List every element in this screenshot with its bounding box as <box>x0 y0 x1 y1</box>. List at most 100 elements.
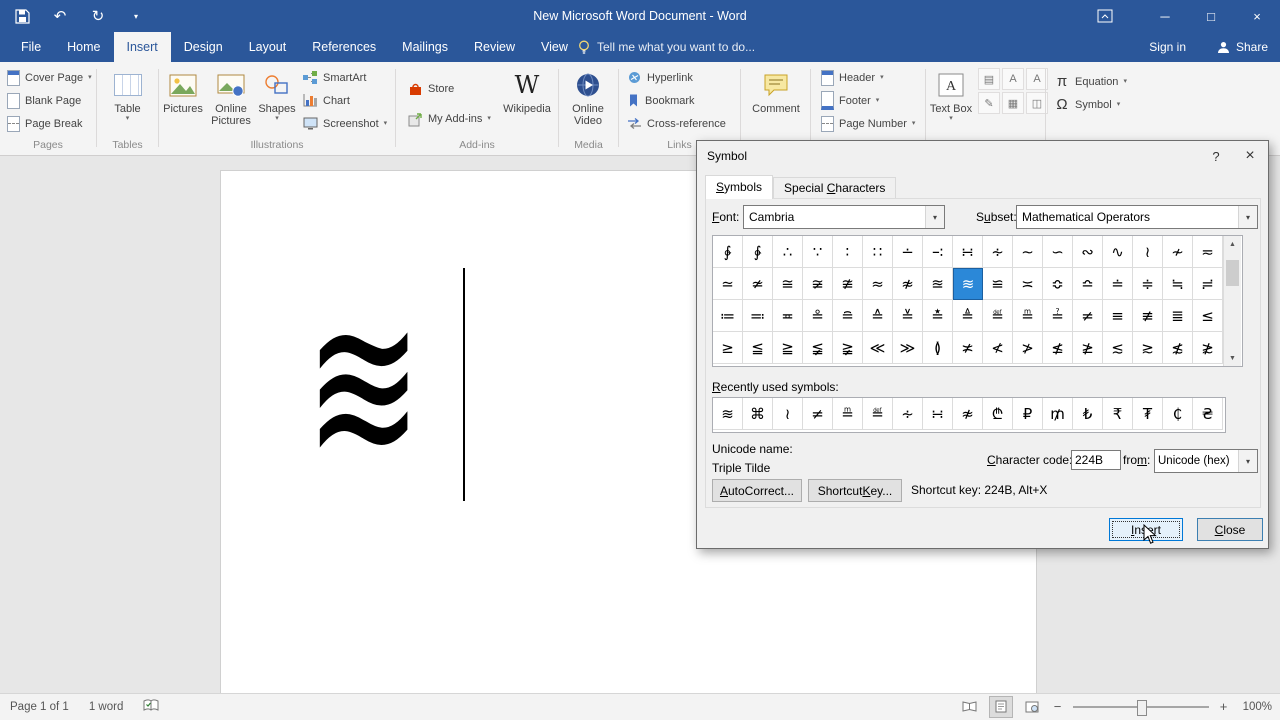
close-button[interactable]: × <box>1234 0 1280 32</box>
recent-symbol-cell[interactable]: ≋ <box>713 398 743 430</box>
tab-references[interactable]: References <box>299 32 389 62</box>
blank-page-button[interactable]: Blank Page <box>3 89 96 112</box>
zoom-slider-thumb[interactable] <box>1136 699 1147 716</box>
recent-symbol-cell[interactable]: ₾ <box>983 398 1013 430</box>
chevron-down-icon[interactable]: ▾ <box>925 206 944 228</box>
symbol-cell[interactable]: ≚ <box>893 300 923 332</box>
store-button[interactable]: Store <box>404 74 495 104</box>
recent-symbol-cell[interactable]: ₹ <box>1103 398 1133 430</box>
symbol-cell[interactable]: ≞ <box>1013 300 1043 332</box>
symbol-cell[interactable]: ≑ <box>1133 268 1163 300</box>
symbol-cell[interactable]: ≮ <box>983 332 1013 364</box>
zoom-slider[interactable] <box>1072 699 1209 716</box>
symbol-cell[interactable]: ∲ <box>713 236 743 268</box>
symbol-cell[interactable]: ≒ <box>1163 268 1193 300</box>
zoom-out-button[interactable]: − <box>1051 699 1065 714</box>
recent-symbol-cell[interactable]: ₺ <box>1073 398 1103 430</box>
page-indicator[interactable]: Page 1 of 1 <box>10 701 69 713</box>
undo-icon[interactable]: ↶ <box>50 5 70 27</box>
scroll-down-icon[interactable]: ▼ <box>1224 350 1241 366</box>
maximize-button[interactable]: □ <box>1188 0 1234 32</box>
print-layout-button[interactable] <box>988 695 1013 718</box>
scrollbar-track[interactable] <box>1224 252 1241 350</box>
symbol-cell[interactable]: ∶ <box>833 236 863 268</box>
recent-symbol-cell[interactable]: ∺ <box>923 398 953 430</box>
zoom-in-button[interactable]: + <box>1217 699 1231 714</box>
zoom-level[interactable]: 100% <box>1243 701 1272 713</box>
symbol-cell[interactable]: ≤ <box>1193 300 1223 332</box>
symbol-cell[interactable]: ∵ <box>803 236 833 268</box>
proofing-icon[interactable] <box>143 698 159 715</box>
comment-button[interactable]: Comment <box>749 65 803 151</box>
symbol-cell[interactable]: ∷ <box>863 236 893 268</box>
tab-review[interactable]: Review <box>461 32 528 62</box>
symbol-cell[interactable]: ≬ <box>923 332 953 364</box>
from-combobox[interactable]: Unicode (hex) ▾ <box>1154 449 1258 473</box>
sign-in-link[interactable]: Sign in <box>1149 32 1186 62</box>
tab-layout[interactable]: Layout <box>236 32 300 62</box>
symbol-cell[interactable]: ≛ <box>923 300 953 332</box>
recent-symbol-cell[interactable]: ₽ <box>1013 398 1043 430</box>
tab-insert[interactable]: Insert <box>113 32 171 62</box>
quick-parts-button[interactable]: ▤ <box>978 68 1000 90</box>
help-icon[interactable]: ? <box>1200 141 1232 171</box>
chevron-down-icon[interactable]: ▾ <box>1238 450 1257 472</box>
signature-line-button[interactable]: ✎ <box>978 92 1000 114</box>
symbol-cell[interactable]: ≪ <box>863 332 893 364</box>
symbol-cell[interactable]: ≧ <box>773 332 803 364</box>
symbol-cell[interactable]: ≙ <box>863 300 893 332</box>
symbol-cell[interactable]: ≅ <box>773 268 803 300</box>
recent-symbol-cell[interactable]: ≠ <box>803 398 833 430</box>
date-time-button[interactable]: ▦ <box>1002 92 1024 114</box>
recent-symbol-cell[interactable]: ∻ <box>893 398 923 430</box>
symbol-cell[interactable]: ≣ <box>1163 300 1193 332</box>
chevron-down-icon[interactable]: ▾ <box>1238 206 1257 228</box>
symbol-cell[interactable]: ≡ <box>1103 300 1133 332</box>
symbol-cell[interactable]: ≝ <box>983 300 1013 332</box>
symbol-cell[interactable]: ∽ <box>1043 236 1073 268</box>
symbol-cell[interactable]: ≘ <box>833 300 863 332</box>
scrollbar-thumb[interactable] <box>1226 260 1239 286</box>
symbol-cell[interactable]: ≌ <box>983 268 1013 300</box>
dialog-title-bar[interactable]: Symbol ? × <box>697 141 1268 171</box>
recent-symbol-cell[interactable]: ₮ <box>1133 398 1163 430</box>
symbol-cell[interactable]: ≀ <box>1133 236 1163 268</box>
bookmark-button[interactable]: Bookmark <box>623 89 730 112</box>
symbol-cell[interactable]: ≱ <box>1073 332 1103 364</box>
symbol-cell-selected[interactable]: ≋ <box>953 268 983 300</box>
footer-button[interactable]: Footer ▾ <box>817 89 919 112</box>
header-button[interactable]: Header ▾ <box>817 66 919 89</box>
symbol-cell[interactable]: ∻ <box>983 236 1013 268</box>
symbol-cell[interactable]: ≃ <box>713 268 743 300</box>
symbol-cell[interactable]: ≩ <box>833 332 863 364</box>
symbol-cell[interactable]: ∹ <box>923 236 953 268</box>
tab-special-characters[interactable]: Special Characters <box>773 177 897 199</box>
save-icon[interactable] <box>12 5 32 27</box>
symbol-cell[interactable]: ∴ <box>773 236 803 268</box>
recent-symbol-cell[interactable]: ≀ <box>773 398 803 430</box>
symbol-cell[interactable]: ≫ <box>893 332 923 364</box>
character-code-input[interactable] <box>1071 450 1121 470</box>
grid-scrollbar[interactable]: ▲ ▼ <box>1223 236 1241 366</box>
smartart-button[interactable]: SmartArt <box>299 66 391 89</box>
recent-symbol-cell[interactable]: ₴ <box>1193 398 1223 430</box>
ribbon-display-options-icon[interactable] <box>1096 8 1114 24</box>
symbol-cell[interactable]: ∳ <box>743 236 773 268</box>
symbol-cell[interactable]: ≏ <box>1073 268 1103 300</box>
symbol-cell[interactable]: ≲ <box>1103 332 1133 364</box>
close-dialog-button[interactable]: Close <box>1197 518 1263 541</box>
recent-symbol-cell[interactable]: ⌘ <box>743 398 773 430</box>
symbol-cell[interactable]: ≢ <box>1133 300 1163 332</box>
tab-mailings[interactable]: Mailings <box>389 32 461 62</box>
recent-symbol-cell[interactable]: ≞ <box>833 398 863 430</box>
symbol-cell[interactable]: ∿ <box>1103 236 1133 268</box>
cross-reference-button[interactable]: Cross-reference <box>623 112 730 135</box>
tell-me-box[interactable]: Tell me what you want to do... <box>578 32 755 62</box>
tab-file[interactable]: File <box>8 32 54 62</box>
font-combobox[interactable]: Cambria ▾ <box>743 205 945 229</box>
read-mode-button[interactable] <box>959 697 981 717</box>
symbol-cell[interactable]: ≴ <box>1163 332 1193 364</box>
symbol-cell[interactable]: ≓ <box>1193 268 1223 300</box>
shortcut-key-button[interactable]: Shortcut Key... <box>808 479 902 502</box>
symbol-cell[interactable]: ≗ <box>803 300 833 332</box>
